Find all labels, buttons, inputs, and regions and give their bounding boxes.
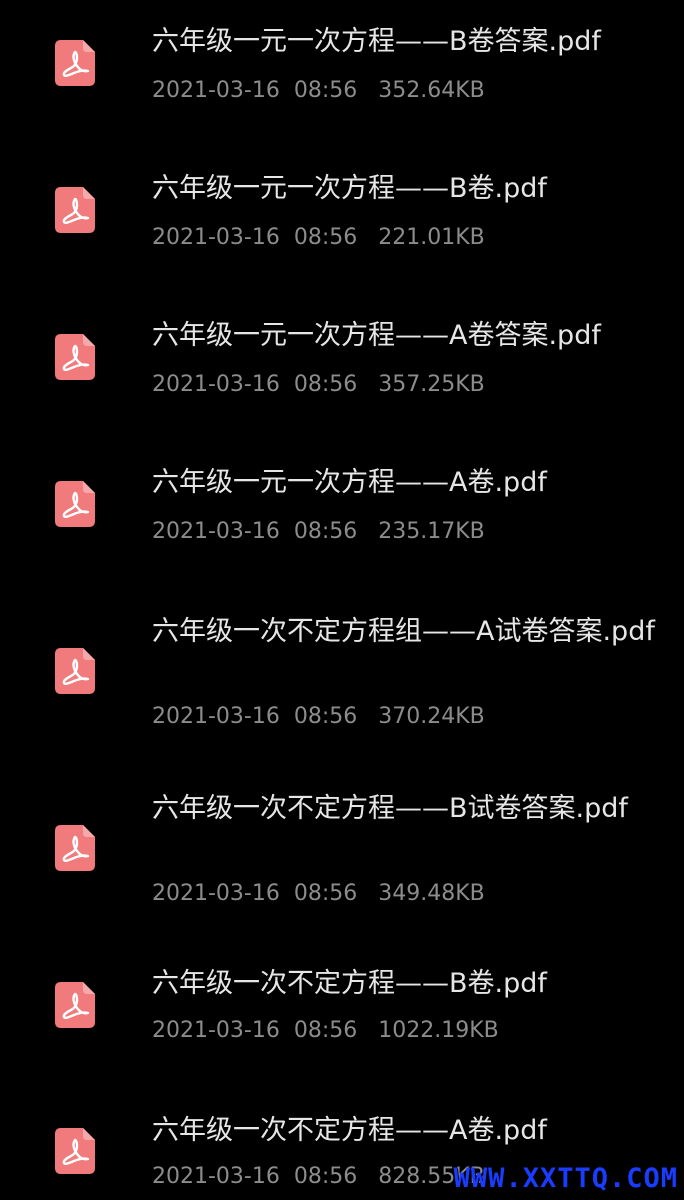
file-meta: 2021-03-16 08:56 370.24KB [152, 704, 485, 729]
file-meta: 2021-03-16 08:56 828.55KB [152, 1164, 485, 1189]
file-item[interactable]: 六年级一次不定方程——B试卷答案.pdf 2021-03-16 08:56 34… [0, 765, 684, 941]
file-name: 六年级一元一次方程——A卷.pdf [152, 467, 547, 498]
file-meta: 2021-03-16 08:56 221.01KB [152, 225, 485, 250]
file-item[interactable]: 六年级一次不定方程——B卷.pdf 2021-03-16 08:56 1022.… [0, 942, 684, 1088]
file-meta: 2021-03-16 08:56 349.48KB [152, 881, 485, 906]
file-meta: 2021-03-16 08:56 1022.19KB [152, 1018, 499, 1043]
file-item[interactable]: 六年级一元一次方程——A卷答案.pdf 2021-03-16 08:56 357… [0, 294, 684, 440]
pdf-file-icon [55, 187, 95, 233]
watermark-text: WWW.XXTTQ.COM [453, 1163, 678, 1194]
pdf-file-icon [55, 825, 95, 871]
pdf-file-icon [55, 1128, 95, 1174]
pdf-file-icon [55, 648, 95, 694]
file-item[interactable]: 六年级一元一次方程——B卷答案.pdf 2021-03-16 08:56 352… [0, 0, 684, 146]
pdf-file-icon [55, 481, 95, 527]
file-name: 六年级一次不定方程——B试卷答案.pdf [152, 793, 628, 824]
file-name: 六年级一次不定方程——A卷.pdf [152, 1115, 547, 1146]
file-meta: 2021-03-16 08:56 357.25KB [152, 372, 485, 397]
file-meta: 2021-03-16 08:56 352.64KB [152, 78, 485, 103]
file-name: 六年级一元一次方程——B卷.pdf [152, 173, 547, 204]
pdf-file-icon [55, 982, 95, 1028]
file-name: 六年级一元一次方程——B卷答案.pdf [152, 26, 601, 57]
file-list: 六年级一元一次方程——B卷答案.pdf 2021-03-16 08:56 352… [0, 0, 684, 1200]
file-name: 六年级一次不定方程组——A试卷答案.pdf [152, 616, 655, 647]
file-name: 六年级一次不定方程——B卷.pdf [152, 968, 547, 999]
file-item[interactable]: 六年级一次不定方程组——A试卷答案.pdf 2021-03-16 08:56 3… [0, 588, 684, 764]
file-item[interactable]: 六年级一元一次方程——A卷.pdf 2021-03-16 08:56 235.1… [0, 441, 684, 587]
file-name: 六年级一元一次方程——A卷答案.pdf [152, 320, 601, 351]
file-item[interactable]: 六年级一元一次方程——B卷.pdf 2021-03-16 08:56 221.0… [0, 147, 684, 293]
file-meta: 2021-03-16 08:56 235.17KB [152, 519, 485, 544]
pdf-file-icon [55, 334, 95, 380]
pdf-file-icon [55, 40, 95, 86]
